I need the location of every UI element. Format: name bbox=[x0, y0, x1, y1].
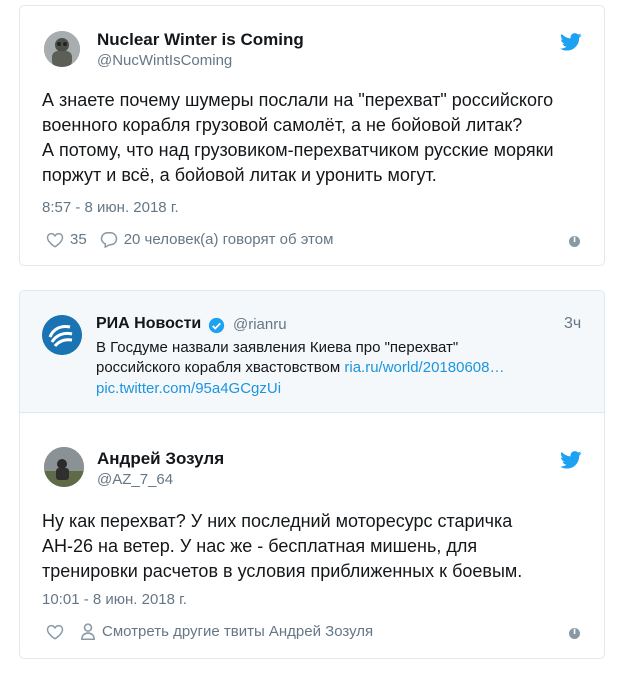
like-button[interactable]: 35 bbox=[46, 231, 87, 248]
twitter-bird-icon[interactable] bbox=[560, 451, 582, 469]
quoted-text-line: В Госдуме назвали заявления Киева про "п… bbox=[96, 339, 459, 356]
tweet-text-line: А знаете почему шумеры послали на "перех… bbox=[42, 90, 554, 110]
ria-avatar[interactable] bbox=[42, 315, 82, 355]
more-tweets-label: Смотреть другие твиты Андрей Зозуля bbox=[102, 623, 374, 640]
person-icon bbox=[81, 623, 95, 640]
author-name[interactable]: Nuclear Winter is Coming bbox=[97, 30, 304, 50]
info-icon[interactable] bbox=[569, 627, 580, 639]
tweet-actions: 35 20 человек(а) говорят об этом bbox=[46, 231, 333, 248]
quoted-tweet[interactable]: РИА Новости @rianru 3ч В Госдуме назвали… bbox=[20, 291, 604, 413]
tweet-text-line: тренировки расчетов в условия приближенн… bbox=[42, 561, 523, 581]
quoted-time[interactable]: 3ч bbox=[564, 315, 581, 333]
quoted-link[interactable]: ria.ru/world/20180608… bbox=[344, 359, 504, 376]
info-icon[interactable] bbox=[569, 235, 580, 247]
timestamp[interactable]: 10:01 - 8 июн. 2018 г. bbox=[42, 591, 187, 608]
reply-button[interactable]: 20 человек(а) говорят об этом bbox=[100, 231, 334, 248]
pic-link[interactable]: pic.twitter.com/95a4GCgzUi bbox=[96, 379, 281, 399]
twitter-bird-icon[interactable] bbox=[560, 33, 582, 51]
verified-badge-icon bbox=[208, 317, 225, 334]
like-count: 35 bbox=[70, 231, 87, 248]
timestamp[interactable]: 8:57 - 8 июн. 2018 г. bbox=[42, 199, 179, 216]
author-handle[interactable]: @AZ_7_64 bbox=[97, 471, 173, 488]
tweet-text-line: АН-26 на ветер. У нас же - бесплатная ми… bbox=[42, 536, 478, 556]
tweet-text-line: военного корабля грузовой самолёт, а не … bbox=[42, 115, 523, 135]
tweet-text-line: поржут и всё, а бойовой литак и уронить … bbox=[42, 165, 437, 185]
heart-icon bbox=[46, 232, 64, 248]
tweet-actions: Смотреть другие твиты Андрей Зозуля bbox=[46, 623, 373, 640]
quoted-text-line: российского корабля хвастовством ria.ru/… bbox=[96, 358, 504, 378]
talking-count: 20 человек(а) говорят об этом bbox=[123, 231, 334, 248]
tweet-card-2: РИА Новости @rianru 3ч В Госдуме назвали… bbox=[19, 290, 605, 659]
avatar[interactable] bbox=[44, 31, 80, 67]
author-name[interactable]: Андрей Зозуля bbox=[97, 449, 224, 469]
quoted-author-handle[interactable]: @rianru bbox=[233, 316, 287, 333]
avatar[interactable] bbox=[44, 447, 84, 487]
more-tweets-link[interactable]: Смотреть другие твиты Андрей Зозуля bbox=[80, 623, 373, 640]
heart-icon[interactable] bbox=[46, 624, 64, 640]
tweet-card-1: Nuclear Winter is Coming @NucWintIsComin… bbox=[19, 5, 605, 266]
author-handle[interactable]: @NucWintIsComing bbox=[97, 52, 232, 69]
tweet-text-line: Ну как перехват? У них последний моторес… bbox=[42, 511, 513, 531]
tweet-text-line: А потому, что над грузовиком-перехватчик… bbox=[42, 140, 554, 160]
quoted-author-name[interactable]: РИА Новости bbox=[96, 315, 201, 333]
quoted-text: российского корабля хвастовством bbox=[96, 359, 345, 376]
reply-icon bbox=[100, 232, 117, 248]
